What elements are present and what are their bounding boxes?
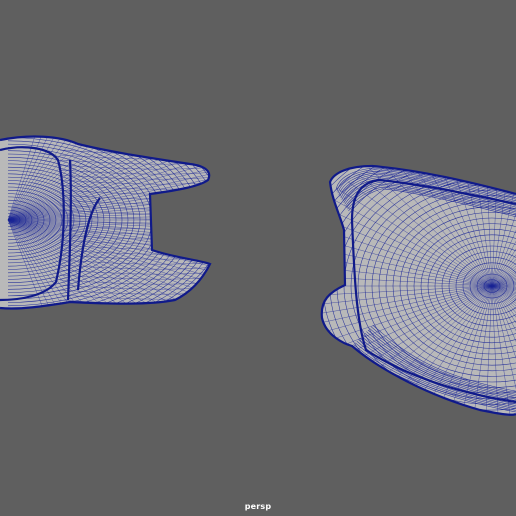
left-lens-frame-mesh[interactable] [0,82,268,357]
viewport-canvas[interactable] [0,0,516,516]
camera-label: persp [244,502,272,511]
perspective-viewport[interactable]: persp [0,0,516,516]
right-lens-frame-mesh[interactable] [274,112,516,461]
